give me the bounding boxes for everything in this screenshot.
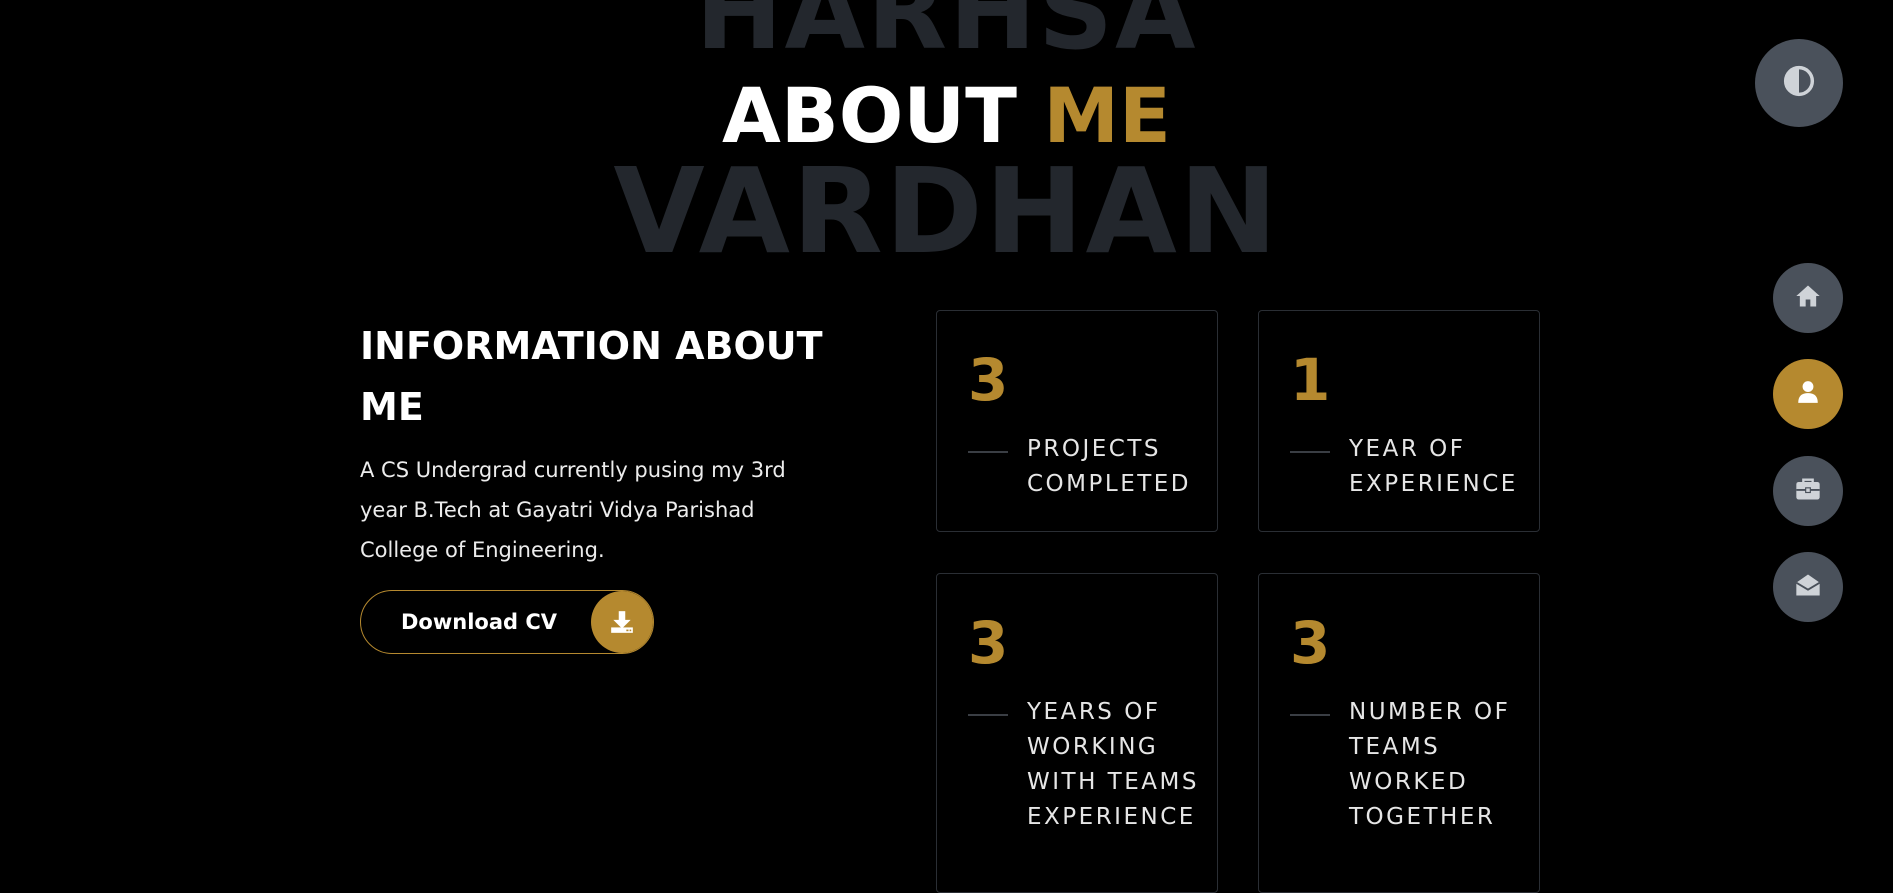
nav-home-button[interactable] — [1773, 263, 1843, 333]
briefcase-icon — [1794, 475, 1822, 507]
stat-divider — [1290, 451, 1330, 453]
download-icon — [591, 591, 653, 653]
info-description: A CS Undergrad currently pusing my 3rd y… — [360, 458, 786, 562]
stat-number: 3 — [968, 346, 1009, 414]
info-title: INFORMATION ABOUT ME — [360, 324, 823, 429]
stat-divider — [968, 451, 1008, 453]
stat-number: 1 — [1290, 346, 1331, 414]
stat-label: Projects completed — [1027, 436, 1192, 497]
theme-toggle-button[interactable] — [1755, 39, 1843, 127]
stat-card-projects: 3 Projects completed — [936, 310, 1218, 532]
stat-label: Number of teams worked together — [1349, 699, 1511, 830]
nav-portfolio-button[interactable] — [1773, 456, 1843, 526]
home-icon — [1794, 282, 1822, 314]
download-cv-label: Download CV — [401, 610, 558, 634]
nav-about-button[interactable] — [1773, 359, 1843, 429]
stat-card-experience: 1 Year of experience — [1258, 310, 1540, 532]
user-icon — [1795, 379, 1821, 409]
stat-card-team-experience: 3 Years of working with teams experience — [936, 573, 1218, 893]
heading-accent: ME — [1043, 71, 1171, 160]
stat-label: Year of experience — [1349, 436, 1518, 497]
stat-divider — [1290, 714, 1330, 716]
background-word-top: HARHSA — [695, 0, 1198, 73]
background-word-bottom: VARDHAN — [613, 142, 1280, 280]
envelope-open-icon — [1794, 571, 1822, 603]
stat-number: 3 — [1290, 609, 1331, 677]
nav-contact-button[interactable] — [1773, 552, 1843, 622]
stat-label: Years of working with teams experience — [1027, 699, 1199, 830]
download-cv-button[interactable]: Download CV — [360, 590, 654, 654]
stat-divider — [968, 714, 1008, 716]
stat-card-teams: 3 Number of teams worked together — [1258, 573, 1540, 893]
contrast-icon — [1783, 65, 1815, 101]
section-heading: ABOUT ME — [0, 78, 1893, 154]
heading-main: ABOUT — [722, 71, 1017, 160]
stat-number: 3 — [968, 609, 1009, 677]
